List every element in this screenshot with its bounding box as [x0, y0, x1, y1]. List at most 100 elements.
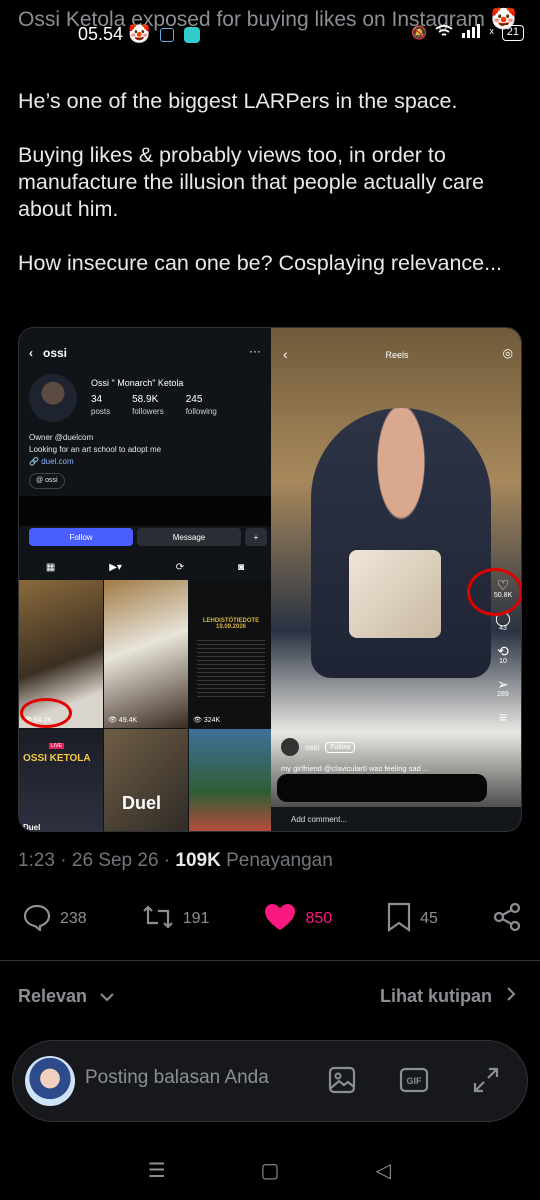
- duel-logo-small: Duel: [23, 823, 41, 832]
- duel-logo-large: Duel: [122, 793, 162, 813]
- ig-post-grid: 👁 64.3K 👁 49.4K LEHDISTÖTIEDOTE 19.09.20…: [19, 580, 273, 832]
- grid-icon: ▦: [45, 561, 56, 573]
- view-count: 109K: [175, 850, 221, 871]
- app-notification-icon: [184, 26, 201, 43]
- reel-comment-field: Add comment...: [271, 807, 521, 831]
- live-badge: LIVE: [49, 743, 64, 749]
- tweet-media[interactable]: ‹ ossi ··· Ossi " Monarch" Ketola 34 post…: [18, 327, 522, 832]
- reply-button[interactable]: 238: [22, 903, 87, 936]
- tweet-date: 26 Sep 26: [71, 850, 159, 871]
- sort-label: Relevan: [18, 986, 88, 1006]
- ig-avatar: [29, 374, 77, 422]
- signal-icon: [461, 24, 481, 41]
- repost-count: 191: [182, 910, 210, 927]
- svg-text:GIF: GIF: [407, 1076, 423, 1086]
- ig-username: ossi: [43, 346, 68, 360]
- redaction-scribble: [277, 774, 487, 802]
- battery-icon: 21: [501, 24, 524, 41]
- tweet-meta: 1:23 · 26 Sep 26 · 109K Penayangan: [18, 850, 333, 871]
- grid-post: LIVE OSSI KETOLA Duel: [19, 729, 103, 832]
- like-button[interactable]: 850: [263, 902, 332, 937]
- repost-icon: ⟲: [497, 643, 509, 659]
- reel-username: ossi: [305, 742, 320, 752]
- ig-stat-following: 245 following: [185, 394, 217, 416]
- add-person-icon: +: [245, 528, 267, 546]
- reply-count: 238: [60, 910, 87, 927]
- reels-icon: ▶▾: [109, 561, 122, 573]
- reel-caption: my girlfriend @clavicular0 was feeling s…: [281, 764, 430, 773]
- reply-composer: GIF: [12, 1040, 528, 1122]
- reel-follow-button: Follow: [325, 741, 356, 753]
- divider: [0, 960, 540, 961]
- ig-stat-posts: 34 posts: [91, 394, 111, 416]
- grid-post: 👁 64.3K: [19, 580, 103, 728]
- handbag: [349, 550, 441, 638]
- tagged-icon: ◙: [238, 561, 245, 573]
- tweet-actions: 238 191 850 45: [22, 900, 522, 938]
- redaction-scribble: [19, 496, 271, 526]
- home-icon[interactable]: ▢: [250, 1158, 290, 1183]
- share-button[interactable]: [492, 902, 522, 937]
- link-icon: 🔗: [29, 457, 42, 466]
- expand-icon[interactable]: [471, 1065, 501, 1095]
- more-icon: ≡: [498, 709, 508, 725]
- threads-chip: @ ossi: [29, 473, 65, 489]
- ig-stat-followers: 58.9K followers: [132, 394, 164, 416]
- bookmark-icon: [386, 902, 412, 937]
- press-release-title: LEHDISTÖTIEDOTE 19.09.2026: [202, 618, 260, 630]
- more-dots-icon: ···: [249, 344, 261, 358]
- ig-message-button: Message: [137, 528, 241, 546]
- grid-post: Duel: [104, 729, 188, 831]
- red-annotation-circle: [20, 698, 72, 728]
- bookmark-button[interactable]: 45: [386, 902, 438, 937]
- like-count: 850: [305, 910, 333, 927]
- clown-emoji-icon: 🤡: [128, 24, 151, 44]
- avatar: [25, 1056, 75, 1106]
- grid-post: LEHDISTÖTIEDOTE 19.09.2026 👁 324K: [189, 580, 273, 728]
- instagram-reel-screenshot: ‹ Reels ◎ ♡ 50.8K ◯ 43 ⟲ 10 ➢ 289 ≡ ossi Fol…: [271, 328, 521, 831]
- reply-input[interactable]: [85, 1067, 305, 1089]
- ig-link: duel.com: [41, 457, 74, 466]
- tweet-time: 1:23: [18, 850, 55, 871]
- gif-icon[interactable]: GIF: [399, 1065, 429, 1095]
- ossi-ketola-label: OSSI KETOLA: [23, 753, 91, 764]
- status-time: 05.54: [78, 24, 124, 44]
- system-nav-bar: ☰ ▢ ◁: [0, 1140, 540, 1200]
- repost-button[interactable]: 191: [141, 903, 210, 936]
- comment-icon: [22, 903, 52, 936]
- grid-views: 👁 49.4K: [108, 717, 138, 724]
- view-quotes-label: Lihat kutipan: [380, 986, 492, 1006]
- mute-bell-icon: 🔕: [411, 24, 428, 40]
- share-icon: [492, 902, 522, 937]
- reel-avatar: [281, 738, 299, 756]
- instagram-profile-screenshot: ‹ ossi ··· Ossi " Monarch" Ketola 34 post…: [19, 328, 273, 832]
- bookmark-count: 45: [420, 910, 438, 927]
- red-annotation-circle: [467, 568, 521, 616]
- send-icon: ➢: [497, 676, 509, 692]
- shop-notification-icon: [160, 27, 175, 42]
- signal-icon-2: ˣ: [489, 25, 494, 40]
- grid-post: [189, 729, 273, 831]
- chevron-down-icon: [99, 986, 115, 1007]
- ig-bio: Owner @duelcom Looking for an art school…: [29, 432, 161, 489]
- view-quotes-link[interactable]: Lihat kutipan: [380, 986, 516, 1007]
- ig-display-name: Ossi " Monarch" Ketola: [91, 378, 184, 388]
- chevron-right-icon: [506, 986, 516, 1007]
- grid-views: 👁 324K: [193, 717, 221, 724]
- image-icon[interactable]: [327, 1065, 357, 1095]
- status-bar: Ossi Ketola exposed for buying likes on …: [0, 0, 540, 64]
- grid-post: 👁 49.4K: [104, 580, 188, 728]
- camera-icon: ◎: [502, 346, 513, 360]
- back-icon[interactable]: ◁: [363, 1158, 403, 1183]
- reel-title: Reels: [385, 350, 409, 360]
- back-arrow-icon: ‹: [29, 346, 33, 360]
- tweet-text: He’s one of the biggest LARPers in the s…: [18, 89, 503, 275]
- repost-icon: ⟳: [175, 561, 185, 573]
- recent-apps-icon[interactable]: ☰: [137, 1158, 177, 1183]
- sort-relevan-dropdown[interactable]: Relevan: [18, 986, 115, 1007]
- views-label: Penayangan: [226, 850, 333, 871]
- ig-follow-button: Follow: [29, 528, 133, 546]
- wifi-icon: [435, 24, 454, 41]
- repost-icon: [141, 903, 175, 936]
- heart-filled-icon: [263, 902, 297, 937]
